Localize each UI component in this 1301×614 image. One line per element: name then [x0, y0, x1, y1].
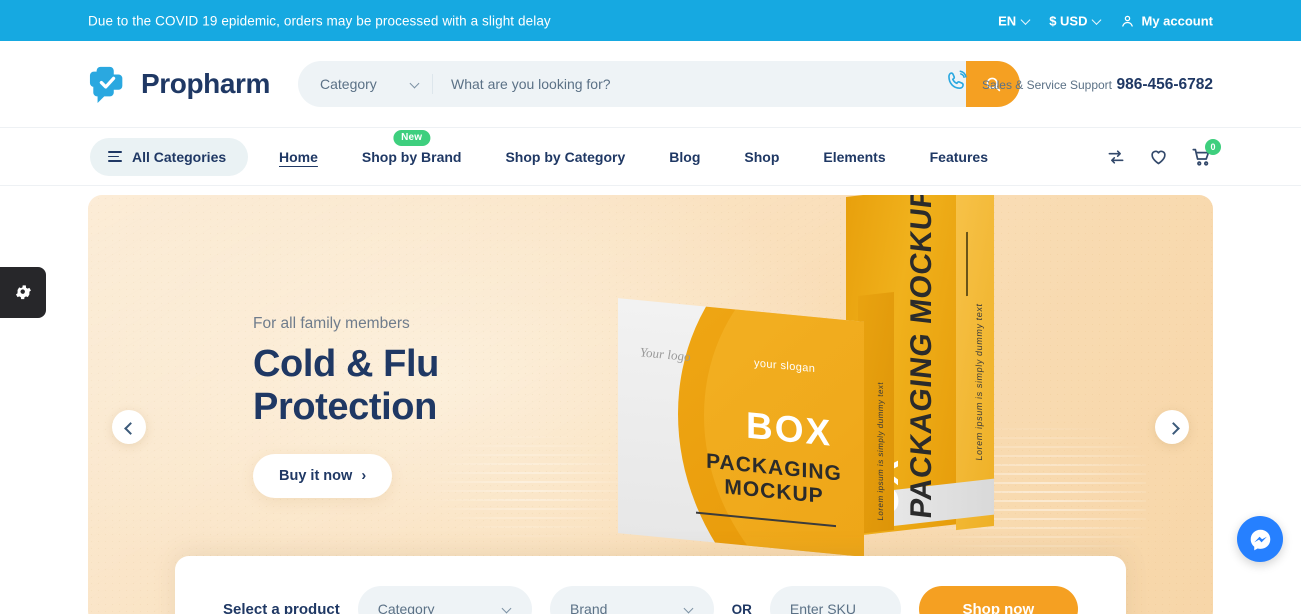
- brand-name: Propharm: [141, 68, 271, 99]
- logo[interactable]: Propharm: [88, 64, 270, 104]
- shop-now-button[interactable]: Shop now: [918, 586, 1079, 614]
- all-categories-button[interactable]: All Categories: [90, 137, 249, 176]
- announcement-text: Due to the COVID 19 epidemic, orders may…: [88, 13, 551, 28]
- nav-menu: Home New Shop by Brand Shop by Category …: [279, 128, 1010, 186]
- wishlist-button[interactable]: [1148, 146, 1169, 167]
- cart-button[interactable]: 0: [1191, 138, 1221, 168]
- messenger-chat-button[interactable]: [1237, 516, 1283, 562]
- phone-ring-icon: [945, 69, 970, 99]
- product-box-front-side-text: Lorem ipsum is simply dummy text: [876, 381, 885, 522]
- all-categories-label: All Categories: [132, 148, 227, 165]
- announcement-bar: Due to the COVID 19 epidemic, orders may…: [0, 0, 1301, 41]
- hero-eyebrow: For all family members: [253, 315, 410, 332]
- language-label: EN: [998, 13, 1017, 28]
- nav-label: Shop by Brand: [361, 149, 462, 165]
- slider-next-button[interactable]: [1155, 410, 1189, 444]
- nav-label: Blog: [669, 149, 701, 165]
- user-icon: [1120, 13, 1135, 28]
- page-root: Due to the COVID 19 epidemic, orders may…: [0, 0, 1301, 614]
- currency-label: $ USD: [1049, 13, 1088, 28]
- selector-brand-dropdown[interactable]: Brand: [550, 586, 714, 614]
- nav-item-shop-by-brand[interactable]: New Shop by Brand: [340, 128, 484, 186]
- hamburger-icon: [108, 151, 122, 162]
- selector-or-label: OR: [731, 601, 752, 614]
- facebook-messenger-icon: [1250, 529, 1270, 550]
- chevron-down-icon: [503, 605, 512, 614]
- currency-selector[interactable]: $ USD: [1049, 13, 1102, 28]
- search-category-dropdown[interactable]: Category: [298, 76, 432, 92]
- slider-prev-button[interactable]: [112, 410, 146, 444]
- hero-title-line-2: Protection: [253, 385, 437, 428]
- selector-category-value: Category: [377, 601, 435, 614]
- hero-title: Cold & Flu Protection: [253, 343, 439, 428]
- search-bar: Category: [298, 61, 1020, 107]
- chevron-down-icon: [1022, 16, 1031, 25]
- product-selector-label: Select a product: [223, 600, 340, 614]
- nav-label: Features: [929, 149, 988, 165]
- cart-count-badge: 0: [1205, 138, 1221, 155]
- nav-label: Shop: [744, 149, 780, 165]
- nav-label: Shop by Category: [505, 149, 626, 165]
- buy-it-now-label: Buy it now: [279, 468, 353, 485]
- product-box-back-side-text: Lorem ipsum is simply dummy text: [974, 302, 984, 462]
- heart-icon: [1151, 150, 1166, 165]
- product-box-back-rule: [966, 231, 968, 297]
- hero-slider: For all family members Cold & Flu Protec…: [88, 195, 1213, 614]
- product-front-title: BOX: [746, 404, 833, 454]
- nav-item-shop[interactable]: Shop: [722, 128, 801, 186]
- selector-category-dropdown[interactable]: Category: [357, 586, 533, 614]
- nav-item-blog[interactable]: Blog: [647, 128, 722, 186]
- search-input[interactable]: [433, 76, 966, 92]
- chevron-right-icon: [1168, 423, 1177, 432]
- new-badge: New: [393, 130, 431, 146]
- support-phone: 986-456-6782: [1116, 75, 1213, 93]
- chevron-down-icon: [411, 80, 420, 89]
- main-navigation: All Categories Home New Shop by Brand Sh…: [0, 128, 1301, 186]
- hero-copy: For all family members Cold & Flu Protec…: [253, 315, 439, 499]
- site-header: Propharm Category Sal: [0, 41, 1301, 128]
- selector-brand-value: Brand: [570, 601, 608, 614]
- gear-icon: [15, 285, 31, 300]
- support-label: Sales & Service Support: [981, 77, 1113, 92]
- support-text: Sales & Service Support 986-456-6782: [982, 75, 1213, 94]
- my-account-link[interactable]: My account: [1120, 13, 1213, 28]
- chevron-right-icon: ›: [361, 468, 367, 485]
- chevron-down-icon: [685, 605, 694, 614]
- nav-item-shop-by-category[interactable]: Shop by Category: [483, 128, 647, 186]
- selector-sku-wrap: [769, 586, 901, 614]
- back-title-bottom: PACKAGING MOCKUP: [905, 195, 939, 521]
- support-contact[interactable]: Sales & Service Support 986-456-6782: [945, 69, 1213, 99]
- compare-button[interactable]: [1106, 147, 1126, 167]
- hero-title-line-1: Cold & Flu: [253, 343, 439, 385]
- nav-action-icons: 0: [1106, 138, 1221, 168]
- product-selector-bar: Select a product Category Brand OR Shop …: [175, 556, 1126, 614]
- chevron-left-icon: [125, 423, 134, 432]
- search-category-value: Category: [320, 76, 377, 92]
- propharm-cross-check-icon: [88, 64, 130, 104]
- product-box-front: Your logo your slogan BOX PACKAGING MOCK…: [618, 298, 864, 557]
- settings-panel-toggle[interactable]: [0, 267, 46, 318]
- chevron-down-icon: [1093, 16, 1102, 25]
- announcement-actions: EN $ USD My account: [998, 13, 1213, 28]
- sku-input[interactable]: [769, 586, 901, 614]
- compare-icon: [1108, 149, 1124, 164]
- hero-product-artwork: OX PACKAGING MOCKUP Lorem ipsum is simpl…: [618, 195, 1038, 557]
- nav-item-home[interactable]: Home: [279, 128, 340, 186]
- product-front-logo: Your logo: [640, 344, 691, 365]
- hero-stripes-left: [425, 427, 636, 548]
- nav-label: Home: [279, 149, 318, 165]
- nav-item-elements[interactable]: Elements: [801, 128, 907, 186]
- nav-item-features[interactable]: Features: [908, 128, 1010, 186]
- buy-it-now-button[interactable]: Buy it now ›: [253, 454, 393, 499]
- my-account-label: My account: [1141, 13, 1213, 28]
- nav-label: Elements: [823, 149, 886, 165]
- language-selector[interactable]: EN: [998, 13, 1031, 28]
